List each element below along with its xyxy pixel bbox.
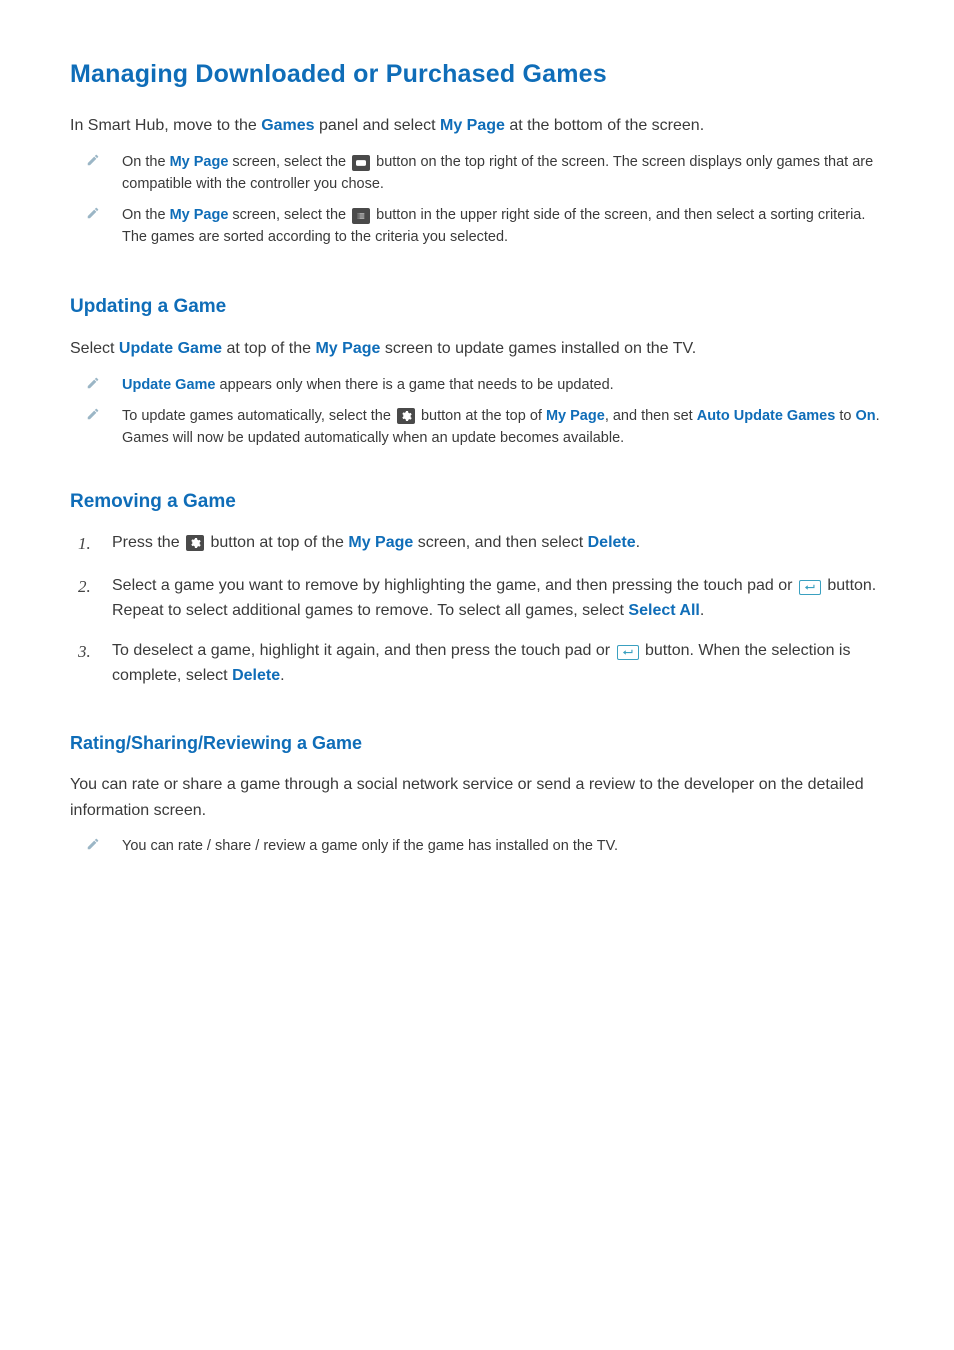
my-page-term: My Page (440, 117, 505, 134)
note-item: On the My Page screen, select the button… (86, 204, 884, 249)
enter-icon (799, 580, 821, 595)
note-text: Update Game appears only when there is a… (122, 374, 884, 396)
gear-icon (186, 535, 204, 551)
pencil-icon (86, 835, 106, 857)
section-heading-updating: Updating a Game (70, 296, 884, 318)
list-item: 1. Press the button at top of the My Pag… (78, 531, 884, 557)
select-all-term: Select All (628, 602, 699, 619)
auto-update-games-term: Auto Update Games (697, 408, 836, 424)
list-item: 2. Select a game you want to remove by h… (78, 574, 884, 624)
text: screen, select the (228, 154, 350, 170)
text: . (636, 534, 640, 551)
text: On the (122, 154, 170, 170)
text: button at the top of (417, 408, 546, 424)
note-text: To update games automatically, select th… (122, 405, 884, 450)
my-page-term: My Page (348, 534, 413, 551)
section-heading-removing: Removing a Game (70, 491, 884, 513)
step-number: 2. (78, 574, 96, 624)
text: button at top of the (206, 534, 348, 551)
my-page-term: My Page (315, 340, 380, 357)
text: . (700, 602, 704, 619)
controller-icon (352, 155, 370, 171)
my-page-term: My Page (170, 207, 229, 223)
update-game-term: Update Game (119, 340, 222, 357)
text: Select a game you want to remove by high… (112, 577, 797, 594)
text: appears only when there is a game that n… (215, 377, 613, 393)
text: to (835, 408, 855, 424)
text: screen, select the (228, 207, 350, 223)
on-term: On (855, 408, 875, 424)
text: You can rate / share / review a game onl… (122, 838, 618, 854)
note-text: You can rate / share / review a game onl… (122, 835, 884, 857)
text: On the (122, 207, 170, 223)
note-item: Update Game appears only when there is a… (86, 374, 884, 396)
delete-term: Delete (232, 667, 280, 684)
pencil-icon (86, 151, 106, 196)
step-number: 3. (78, 639, 96, 689)
text: Press the (112, 534, 184, 551)
text: at top of the (222, 340, 315, 357)
enter-icon (617, 645, 639, 660)
intro-paragraph: In Smart Hub, move to the Games panel an… (70, 113, 884, 139)
text: screen, and then select (413, 534, 587, 551)
note-text: On the My Page screen, select the button… (122, 151, 884, 196)
text: screen to update games installed on the … (380, 340, 696, 357)
text: , and then set (605, 408, 697, 424)
text: In Smart Hub, move to the (70, 117, 261, 134)
document-page: Managing Downloaded or Purchased Games I… (0, 0, 954, 906)
note-item: To update games automatically, select th… (86, 405, 884, 450)
text: Select (70, 340, 119, 357)
pencil-icon (86, 374, 106, 396)
text: . (280, 667, 284, 684)
note-item: On the My Page screen, select the button… (86, 151, 884, 196)
step-text: To deselect a game, highlight it again, … (112, 639, 884, 689)
my-page-term: My Page (170, 154, 229, 170)
rating-intro: You can rate or share a game through a s… (70, 772, 884, 823)
text: To update games automatically, select th… (122, 408, 395, 424)
games-term: Games (261, 117, 314, 134)
pencil-icon (86, 405, 106, 450)
step-number: 1. (78, 531, 96, 557)
page-title: Managing Downloaded or Purchased Games (70, 60, 884, 89)
gear-icon (397, 408, 415, 424)
delete-term: Delete (588, 534, 636, 551)
list-item: 3. To deselect a game, highlight it agai… (78, 639, 884, 689)
step-text: Press the button at top of the My Page s… (112, 531, 884, 557)
text: panel and select (315, 117, 440, 134)
update-game-term: Update Game (122, 377, 215, 393)
pencil-icon (86, 204, 106, 249)
step-text: Select a game you want to remove by high… (112, 574, 884, 624)
section-heading-rating: Rating/Sharing/Reviewing a Game (70, 733, 884, 754)
my-page-term: My Page (546, 408, 605, 424)
note-item: You can rate / share / review a game onl… (86, 835, 884, 857)
list-icon (352, 208, 370, 224)
text: at the bottom of the screen. (505, 117, 704, 134)
updating-intro: Select Update Game at top of the My Page… (70, 336, 884, 362)
removing-steps: 1. Press the button at top of the My Pag… (78, 531, 884, 689)
text: To deselect a game, highlight it again, … (112, 642, 615, 659)
note-text: On the My Page screen, select the button… (122, 204, 884, 249)
